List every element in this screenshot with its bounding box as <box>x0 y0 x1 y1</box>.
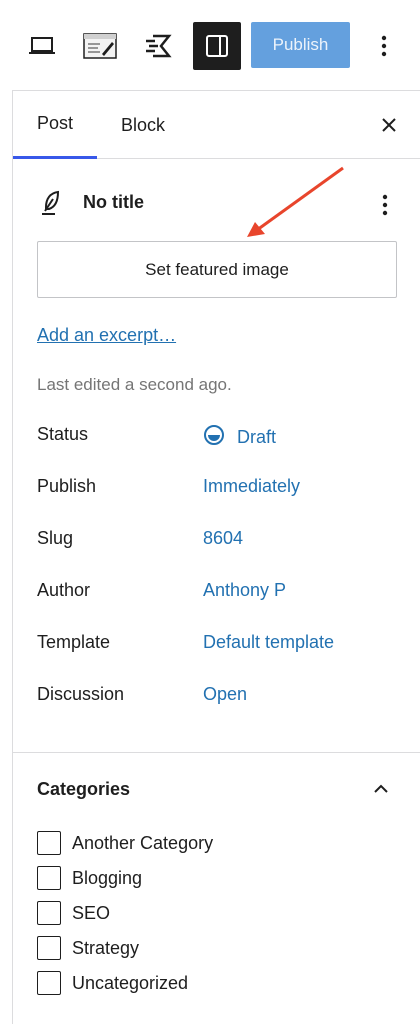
jetpack-icon[interactable] <box>134 22 182 70</box>
meta-row-discussion: Discussion Open <box>37 684 407 714</box>
feather-icon <box>41 190 61 221</box>
category-item: SEO <box>37 900 110 926</box>
annotation-arrow-icon <box>247 166 344 237</box>
meta-row-status: Status Draft <box>37 424 407 454</box>
category-label[interactable]: SEO <box>72 903 110 924</box>
category-checkbox[interactable] <box>37 866 61 890</box>
meta-row-publish: Publish Immediately <box>37 476 407 506</box>
status-text: Draft <box>237 427 277 447</box>
set-featured-image-button[interactable]: Set featured image <box>37 241 397 298</box>
meta-label: Slug <box>37 528 74 548</box>
category-label[interactable]: Uncategorized <box>72 973 188 994</box>
category-checkbox[interactable] <box>37 936 61 960</box>
status-value[interactable]: Draft <box>203 424 276 451</box>
draft-status-icon <box>203 424 225 451</box>
settings-sidebar: Post Block No title Set featured image A… <box>12 90 420 1024</box>
category-item: Strategy <box>37 935 139 961</box>
editor-toolbar: Publish <box>0 0 420 90</box>
chevron-up-icon[interactable] <box>363 772 399 806</box>
meta-row-slug: Slug 8604 <box>37 528 407 558</box>
author-value[interactable]: Anthony P <box>203 580 286 601</box>
last-edited-text: Last edited a second ago. <box>37 375 232 394</box>
category-label[interactable]: Strategy <box>72 938 139 959</box>
sidebar-toggle-icon[interactable] <box>193 22 241 70</box>
post-title: No title <box>83 192 144 212</box>
meta-label: Template <box>37 632 111 652</box>
category-label[interactable]: Blogging <box>72 868 142 889</box>
category-item: Uncategorized <box>37 970 188 996</box>
category-checkbox[interactable] <box>37 971 61 995</box>
meta-label: Author <box>37 580 91 600</box>
template-value[interactable]: Default template <box>203 632 334 653</box>
category-item: Another Category <box>37 830 213 856</box>
meta-label: Publish <box>37 476 97 496</box>
sidebar-tabs: Post Block <box>13 91 420 159</box>
slug-value[interactable]: 8604 <box>203 528 243 549</box>
more-vertical-icon[interactable] <box>362 22 406 70</box>
categories-panel: Categories Another Category Blogging SEO… <box>13 754 420 1024</box>
publish-button[interactable]: Publish <box>251 22 350 68</box>
tab-block[interactable]: Block <box>121 91 165 159</box>
post-summary-panel: No title Set featured image Add an excer… <box>13 160 420 753</box>
meta-label: Discussion <box>37 684 125 704</box>
edit-icon[interactable] <box>76 22 124 70</box>
category-checkbox[interactable] <box>37 831 61 855</box>
category-label[interactable]: Another Category <box>72 833 213 854</box>
discussion-value[interactable]: Open <box>203 684 247 705</box>
meta-row-template: Template Default template <box>37 632 407 662</box>
add-excerpt-link[interactable]: Add an excerpt… <box>37 325 176 346</box>
category-checkbox[interactable] <box>37 901 61 925</box>
publish-date-value[interactable]: Immediately <box>203 476 300 497</box>
meta-row-author: Author Anthony P <box>37 580 407 610</box>
meta-label: Status <box>37 424 89 444</box>
close-icon[interactable] <box>369 105 409 145</box>
tab-post[interactable]: Post <box>13 91 97 159</box>
categories-heading[interactable]: Categories <box>37 779 130 800</box>
category-item: Blogging <box>37 865 142 891</box>
desktop-preview-icon[interactable] <box>18 22 66 70</box>
